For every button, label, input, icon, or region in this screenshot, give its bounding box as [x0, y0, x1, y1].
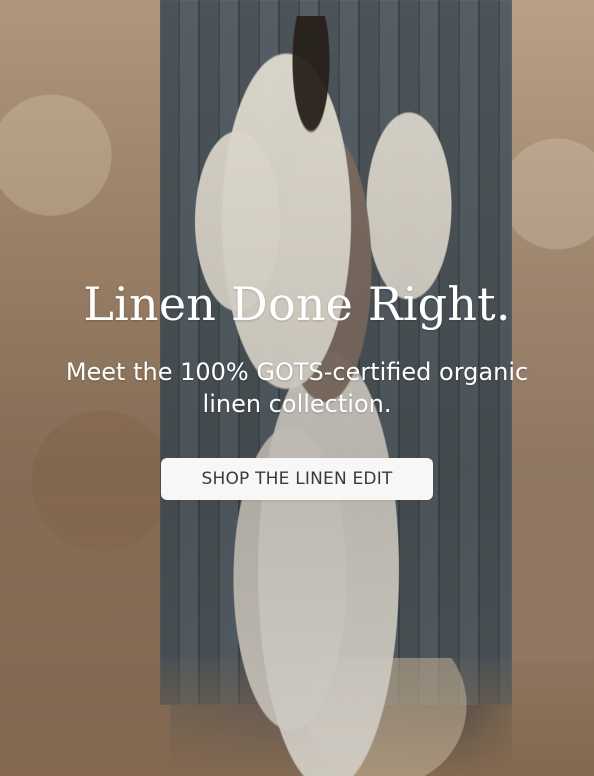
hero-headline: Linen Done Right.	[83, 277, 511, 331]
hero-subheadline: Meet the 100% GOTS-certified organic lin…	[65, 357, 529, 419]
hero-content: Linen Done Right. Meet the 100% GOTS-cer…	[0, 277, 594, 501]
shop-linen-edit-button[interactable]: SHOP THE LINEN EDIT	[161, 458, 433, 501]
hero-banner: Linen Done Right. Meet the 100% GOTS-cer…	[0, 0, 594, 776]
